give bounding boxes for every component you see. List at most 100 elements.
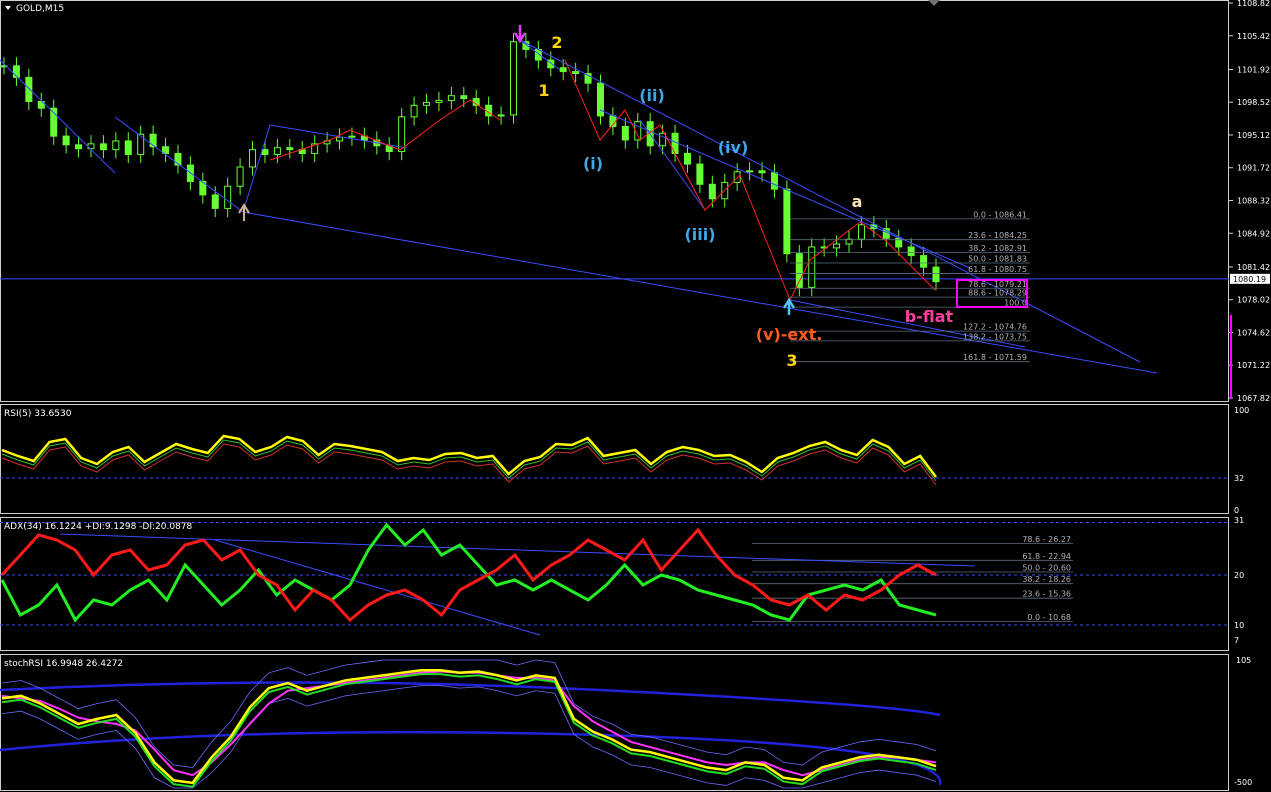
fib-level-label: 50.0 - 1081.83 (968, 255, 1027, 264)
candle-body (932, 266, 940, 283)
adx-axis-label: 31 (1234, 516, 1244, 525)
price-axis-label: 1108.82 (1237, 0, 1270, 8)
candle-body (348, 135, 356, 138)
symbol-dropdown-icon[interactable] (5, 6, 11, 10)
candle-body (249, 149, 257, 168)
adx-plus-di-line (0, 522, 937, 623)
candle-body (261, 149, 269, 155)
adx-axis-label: 20 (1234, 571, 1244, 580)
adx-fib-label: 38.2 - 18.26 (1022, 575, 1071, 584)
candle-body (423, 101, 431, 106)
candle-body (683, 152, 691, 165)
candle-body (124, 140, 132, 155)
fib-level-label: 161.8 - 1071.59 (963, 353, 1027, 362)
fib-level-label: 127.2 - 1074.76 (963, 323, 1027, 332)
current-price-label: 1080.19 (1233, 275, 1266, 284)
price-axis-label: 1095.12 (1237, 131, 1270, 140)
candle-body (447, 95, 455, 101)
price-axis-label: 1105.42 (1237, 32, 1270, 41)
adx-axis-label: 10 (1234, 621, 1244, 630)
rsi-line (1, 434, 937, 478)
candle-body (857, 224, 865, 240)
adx-axis-label: 7 (1234, 636, 1239, 645)
candle-body (211, 194, 219, 209)
adx-fib-label: 0.0 - 10.68 (1027, 613, 1071, 622)
candle-body (920, 255, 928, 268)
candle-body (460, 95, 468, 100)
candle-body (62, 135, 70, 146)
price-axis-label: 1091.72 (1237, 164, 1270, 173)
adx-fib-label: 50.0 - 20.60 (1022, 564, 1071, 573)
candle-body (112, 140, 120, 151)
candle-body (435, 99, 443, 103)
price-axis-label: 1098.52 (1237, 98, 1270, 107)
candle-body (733, 171, 741, 183)
fib-level-label: 138.2 - 1073.75 (963, 332, 1027, 341)
trendline (114, 116, 244, 213)
up-arrow-icon (782, 297, 796, 315)
symbol-title: GOLD,M15 (16, 4, 64, 14)
wave-label: b-flat (905, 307, 954, 326)
stochrsi-pane-frame (0, 654, 1229, 791)
wave-label: (i) (583, 154, 603, 173)
candle-body (770, 172, 778, 190)
candle-body (25, 76, 33, 102)
fib-level-label: 61.8 - 1080.75 (968, 265, 1027, 274)
price-axis-label: 1088.32 (1237, 197, 1270, 206)
wave-label: 1 (538, 81, 549, 100)
down-arrow-icon (513, 25, 527, 44)
fib-level-label: 23.6 - 1084.25 (968, 231, 1027, 240)
candle-body (286, 147, 294, 151)
rsi-signal-line (1, 443, 937, 486)
candle-body (509, 41, 517, 116)
candle-body (746, 170, 754, 173)
wave-label: 3 (786, 351, 797, 370)
adx-fib-label: 23.6 - 15.36 (1022, 590, 1071, 599)
candle-body (273, 147, 281, 155)
wave-label: a (852, 192, 863, 211)
price-axis-label: 1081.42 (1237, 263, 1270, 272)
candle-body (659, 132, 667, 147)
rsi-axis-label: 0 (1234, 506, 1239, 515)
scroll-marker-icon (928, 0, 940, 6)
trendline (0, 59, 116, 174)
adx-trendline (214, 539, 541, 636)
trendline (242, 124, 271, 213)
candle-body (907, 246, 915, 257)
candle-body (99, 143, 107, 151)
fib-level-label: 88.6 - 1078.29 (968, 289, 1027, 298)
candle-body (696, 163, 704, 185)
candle-body (497, 114, 505, 117)
candle-body (559, 67, 567, 73)
price-axis-label: 1067.82 (1237, 394, 1270, 403)
rsi-pane: 100 32 0 (0, 406, 1249, 515)
fib-level-label: 78.6 - 1079.21 (968, 280, 1027, 289)
stochrsi-signal-line (1, 670, 937, 777)
stochrsi-axis-label: 105 (1236, 656, 1251, 665)
candle-body (783, 188, 791, 255)
rsi-title: RSI(5) 33.6530 (4, 409, 72, 419)
stochrsi-axis-label: -500 (1234, 778, 1252, 787)
candle-body (708, 183, 716, 200)
price-pane-frame (0, 0, 1229, 402)
trendline (519, 39, 1141, 363)
price-axis-label: 1084.92 (1237, 229, 1270, 238)
trading-chart: 1108.82 1105.42 1101.92 1098.52 1095.12 1091.… (0, 0, 1270, 791)
candle-body (236, 166, 244, 187)
wave-label: (ii) (639, 86, 665, 105)
stochrsi-pane: 105 -500 (0, 656, 1252, 789)
adx-pane: 31 20 10 7 78.6 - 26.27 61.8 - 22.94 50.0 - 20… (0, 516, 1244, 645)
stochrsi-green-line (1, 673, 937, 788)
adx-fib-label: 78.6 - 26.27 (1022, 535, 1071, 544)
stochrsi-title: stochRSI 16.9948 26.4272 (4, 659, 123, 669)
candle-body (410, 104, 418, 118)
candle-body (75, 144, 83, 150)
candle-body (224, 185, 232, 209)
candle-body (336, 136, 344, 142)
candle-body (621, 126, 629, 141)
rsi-axis-label: 100 (1234, 406, 1249, 415)
adx-fib-label: 61.8 - 22.94 (1022, 552, 1071, 561)
wave-label: (iii) (684, 225, 715, 244)
price-axis-label: 1074.62 (1237, 328, 1270, 337)
price-axis-label: 1101.92 (1237, 65, 1270, 74)
